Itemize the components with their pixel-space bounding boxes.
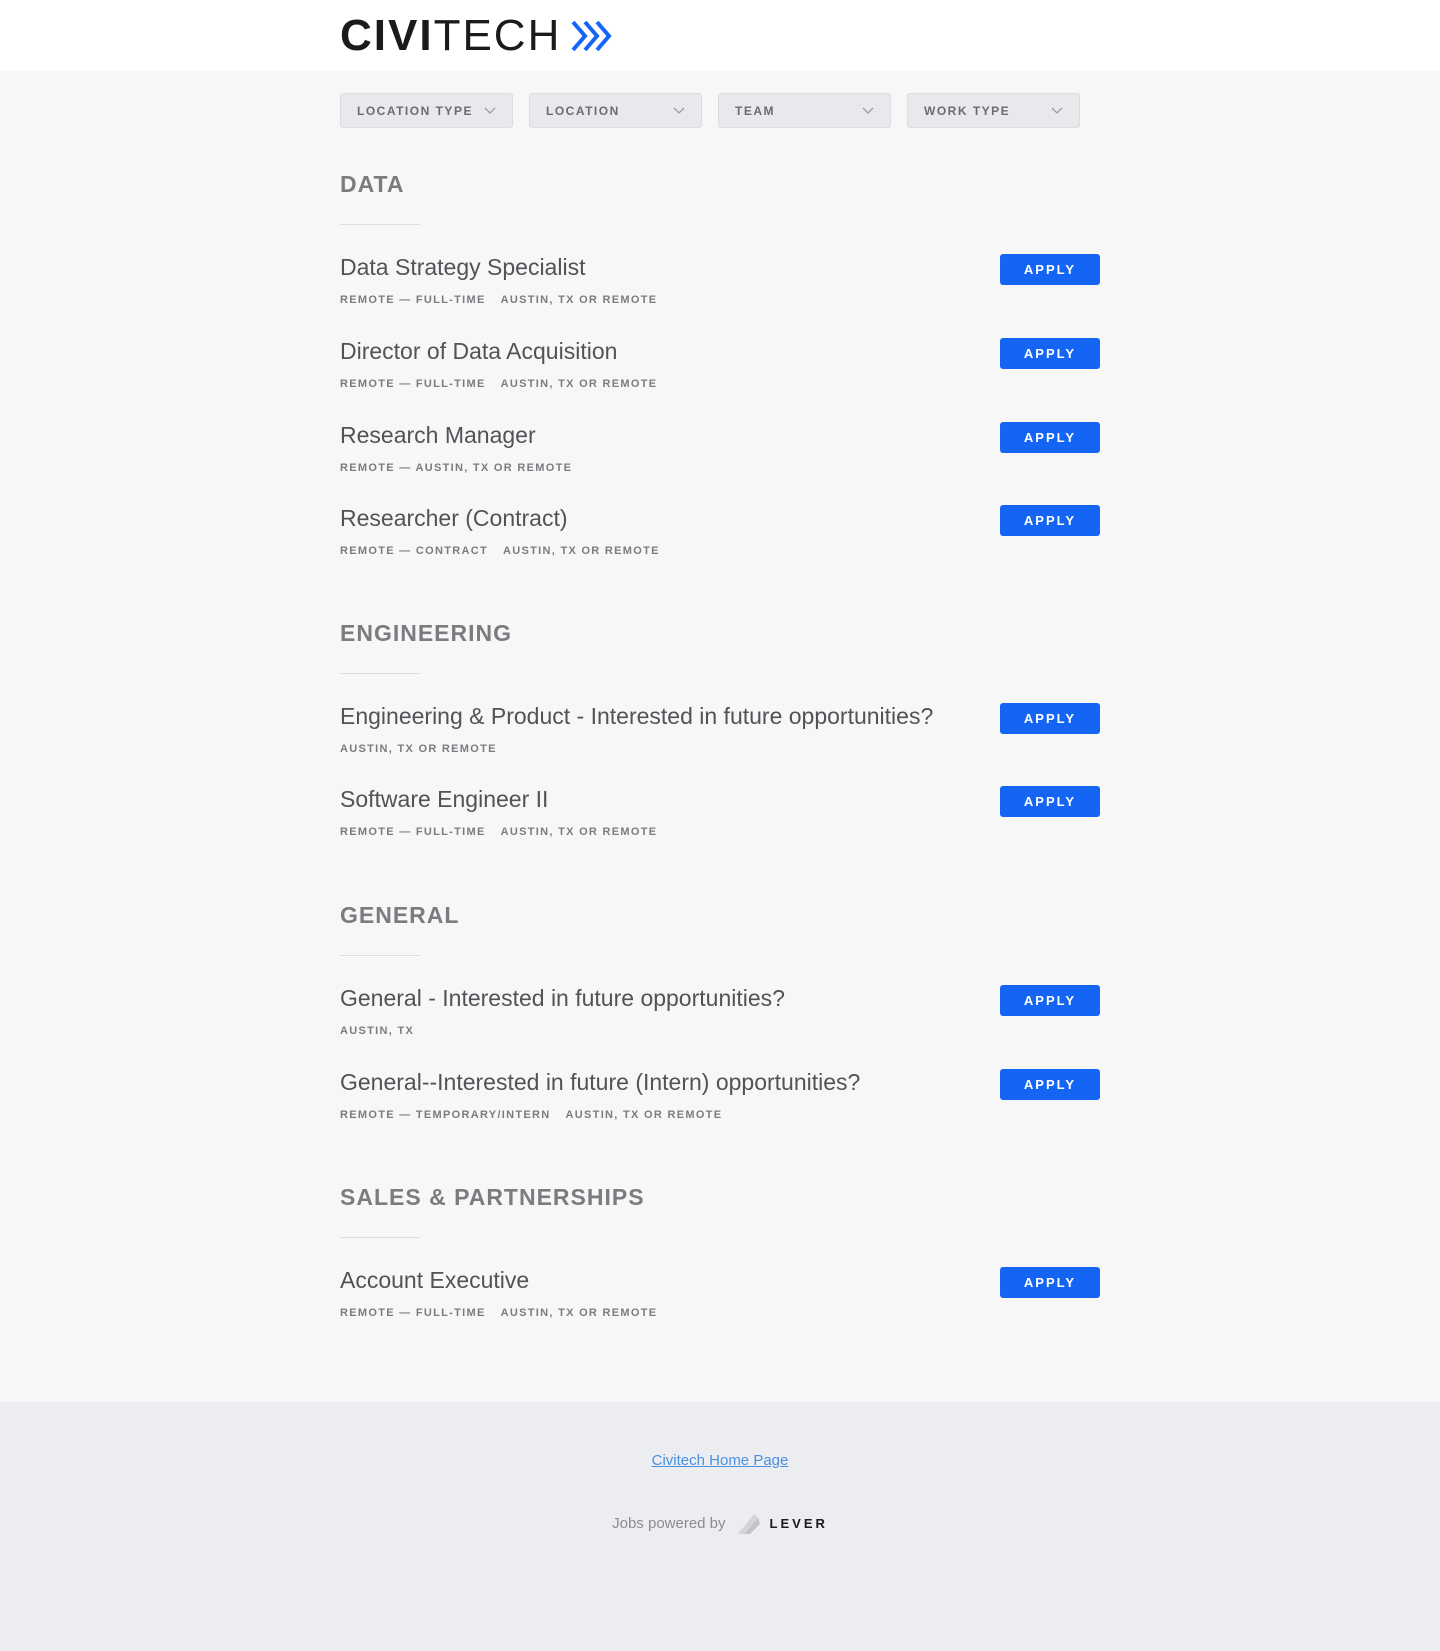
group-title-engineering: ENGINEERING xyxy=(340,620,513,646)
posting-row: Account Executive REMOTE — FULL-TIME AUS… xyxy=(340,1267,1100,1333)
posting-commitment: AUSTIN, TX OR REMOTE xyxy=(340,743,497,755)
filter-work-type[interactable]: WORK TYPE xyxy=(907,93,1080,128)
group-title-sales-partnerships: SALES & PARTNERSHIPS xyxy=(340,1184,645,1210)
lever-mark-icon xyxy=(737,1514,760,1534)
apply-button[interactable]: APPLY xyxy=(1000,1267,1100,1298)
posting-categories: REMOTE — AUSTIN, TX OR REMOTE xyxy=(340,462,572,474)
posting-title-link[interactable]: Engineering & Product - Interested in fu… xyxy=(340,703,933,730)
civitech-logo[interactable]: CIVITECH xyxy=(340,14,615,58)
posting-title-link[interactable]: Data Strategy Specialist xyxy=(340,254,585,281)
posting-location: AUSTIN, TX OR REMOTE xyxy=(565,1109,723,1121)
posting-location: AUSTIN, TX OR REMOTE xyxy=(500,1307,658,1319)
group-divider xyxy=(340,224,420,225)
posting-row: Software Engineer II REMOTE — FULL-TIME … xyxy=(340,786,1100,852)
group-divider xyxy=(340,955,420,956)
posting-row: Researcher (Contract) REMOTE — CONTRACT … xyxy=(340,505,1100,571)
apply-button[interactable]: APPLY xyxy=(1000,703,1100,734)
site-footer: Civitech Home Page Jobs powered by LEVER xyxy=(0,1402,1440,1651)
posting-categories: REMOTE — CONTRACT AUSTIN, TX OR REMOTE xyxy=(340,545,660,557)
lever-logo[interactable]: LEVER xyxy=(736,1510,828,1536)
apply-button[interactable]: APPLY xyxy=(1000,786,1100,817)
posting-categories: REMOTE — FULL-TIME AUSTIN, TX OR REMOTE xyxy=(340,826,657,838)
apply-button[interactable]: APPLY xyxy=(1000,985,1100,1016)
apply-button[interactable]: APPLY xyxy=(1000,254,1100,285)
posting-title-link[interactable]: Software Engineer II xyxy=(340,786,548,813)
posting-categories: AUSTIN, TX xyxy=(340,1025,414,1037)
group-divider xyxy=(340,1237,420,1238)
chevron-down-icon xyxy=(1051,107,1063,114)
group-title-general: GENERAL xyxy=(340,902,460,928)
lever-wordmark: LEVER xyxy=(769,1515,828,1531)
posting-commitment: REMOTE — AUSTIN, TX OR REMOTE xyxy=(340,462,573,474)
apply-button[interactable]: APPLY xyxy=(1000,1069,1100,1100)
group-divider xyxy=(340,673,420,674)
filter-location-type[interactable]: LOCATION TYPE xyxy=(340,93,513,128)
chevron-down-icon xyxy=(673,107,685,114)
posting-title-link[interactable]: Account Executive xyxy=(340,1267,529,1294)
posting-commitment: REMOTE — TEMPORARY/INTERN xyxy=(340,1109,551,1121)
filter-label: TEAM xyxy=(735,103,775,118)
filter-location[interactable]: LOCATION xyxy=(529,93,702,128)
posting-row: Research Manager REMOTE — AUSTIN, TX OR … xyxy=(340,422,1100,488)
posting-location: AUSTIN, TX OR REMOTE xyxy=(500,378,658,390)
apply-button[interactable]: APPLY xyxy=(1000,338,1100,369)
posting-row: Director of Data Acquisition REMOTE — FU… xyxy=(340,338,1100,404)
logo-text-light: TECH xyxy=(433,11,562,60)
posting-title-link[interactable]: General--Interested in future (Intern) o… xyxy=(340,1069,860,1096)
posting-location: AUSTIN, TX OR REMOTE xyxy=(500,294,658,306)
posting-categories: REMOTE — FULL-TIME AUSTIN, TX OR REMOTE xyxy=(340,1307,657,1319)
filter-label: WORK TYPE xyxy=(924,103,1011,118)
posting-categories: REMOTE — FULL-TIME AUSTIN, TX OR REMOTE xyxy=(340,378,657,390)
posting-commitment: REMOTE — FULL-TIME xyxy=(340,378,486,390)
apply-button[interactable]: APPLY xyxy=(1000,422,1100,453)
posting-title-link[interactable]: Research Manager xyxy=(340,422,536,449)
posting-title-link[interactable]: Researcher (Contract) xyxy=(340,505,568,532)
filter-team[interactable]: TEAM xyxy=(718,93,891,128)
site-header: CIVITECH xyxy=(0,0,1440,71)
postings-main: LOCATION TYPE LOCATION TEAM WORK TYPE DA… xyxy=(0,71,1440,1402)
posting-location: AUSTIN, TX OR REMOTE xyxy=(502,545,660,557)
chevron-down-icon xyxy=(862,107,874,114)
posting-row: Data Strategy Specialist REMOTE — FULL-T… xyxy=(340,254,1100,320)
filter-label: LOCATION xyxy=(546,103,620,118)
posting-commitment: REMOTE — CONTRACT xyxy=(340,545,488,557)
posting-categories: REMOTE — FULL-TIME AUSTIN, TX OR REMOTE xyxy=(340,294,657,306)
chevron-down-icon xyxy=(484,107,496,114)
posting-commitment: REMOTE — FULL-TIME xyxy=(340,1307,486,1319)
group-title-data: DATA xyxy=(340,171,405,197)
powered-by-text: Jobs powered by xyxy=(612,1514,726,1532)
posting-title-link[interactable]: General - Interested in future opportuni… xyxy=(340,985,785,1012)
posting-row: General--Interested in future (Intern) o… xyxy=(340,1069,1100,1135)
posting-row: Engineering & Product - Interested in fu… xyxy=(340,703,1100,769)
apply-button[interactable]: APPLY xyxy=(1000,505,1100,536)
posting-location: AUSTIN, TX OR REMOTE xyxy=(500,826,658,838)
posting-commitment: REMOTE — FULL-TIME xyxy=(340,294,486,306)
chevrons-right-icon xyxy=(571,20,612,52)
posting-row: General - Interested in future opportuni… xyxy=(340,985,1100,1051)
logo-text-bold: CIVI xyxy=(340,11,434,60)
posting-title-link[interactable]: Director of Data Acquisition xyxy=(340,338,617,365)
filter-bar: LOCATION TYPE LOCATION TEAM WORK TYPE xyxy=(340,93,1080,128)
home-page-link[interactable]: Civitech Home Page xyxy=(652,1452,789,1469)
powered-by: Jobs powered by LEVER xyxy=(0,1510,1440,1536)
filter-label: LOCATION TYPE xyxy=(357,103,473,118)
posting-commitment: REMOTE — FULL-TIME xyxy=(340,826,486,838)
posting-commitment: AUSTIN, TX xyxy=(340,1025,415,1037)
posting-categories: REMOTE — TEMPORARY/INTERN AUSTIN, TX OR … xyxy=(340,1109,722,1121)
posting-categories: AUSTIN, TX OR REMOTE xyxy=(340,743,497,755)
